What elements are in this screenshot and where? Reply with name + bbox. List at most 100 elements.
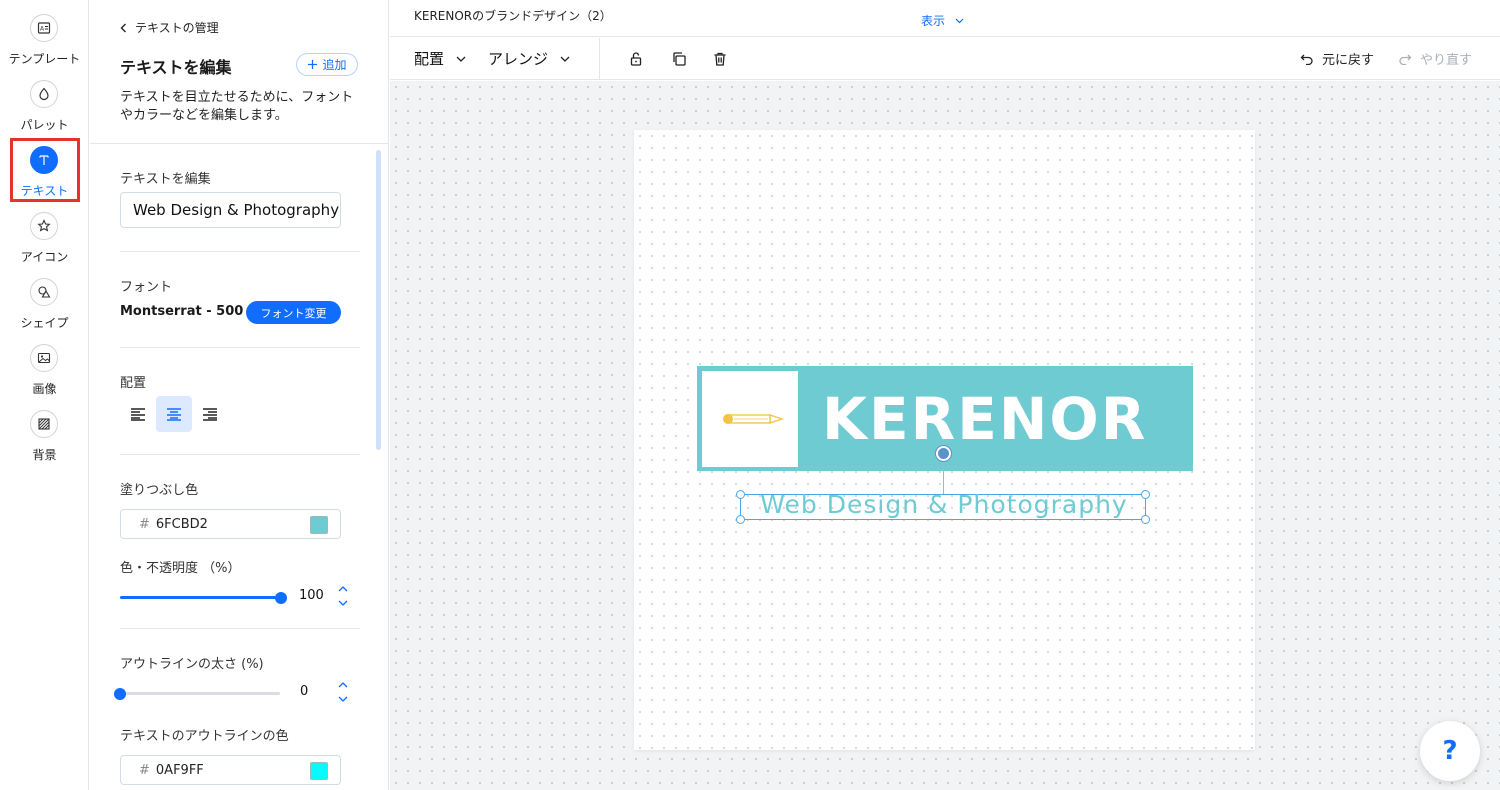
outline-color-label: テキストのアウトラインの色 [120,729,289,744]
resize-handle-top-left[interactable] [736,490,745,499]
duplicate-icon [673,52,686,66]
resize-handle-bottom-left[interactable] [736,515,745,524]
rail-label: パレット [20,118,69,132]
undo-icon [1300,54,1313,65]
tool-rail: A テンプレート パレット テキスト アイコン シェイプ 画像 背景 [0,0,89,790]
add-label: 追加 [322,58,347,72]
rail-item-images[interactable]: 画像 [0,344,89,406]
align-center-icon [167,408,181,421]
divider [120,628,360,629]
star-icon [30,212,58,240]
rail-label: 背景 [32,448,57,462]
duplicate-button[interactable] [669,49,689,69]
align-center-button[interactable] [156,396,192,432]
background-icon [30,410,58,438]
rail-label: テンプレート [8,52,81,66]
chevron-down-icon [560,56,570,62]
chevron-up-icon [338,682,348,688]
outline-width-value: 0 [300,684,309,699]
outline-width-stepper[interactable] [337,681,349,703]
fill-color-swatch[interactable] [310,516,328,534]
panel-title: テキストを編集 [120,58,232,77]
align-label: 配置 [120,376,147,391]
outline-hex-value: 0AF9FF [155,762,204,778]
chevron-down-icon [338,600,348,606]
tagline-text[interactable]: Web Design & Photography [741,490,1147,519]
lock-button[interactable] [626,49,646,69]
divider [120,454,360,455]
app: A テンプレート パレット テキスト アイコン シェイプ 画像 背景 テキストの… [0,0,1500,790]
outline-color-swatch[interactable] [310,762,328,780]
plus-icon [308,60,318,69]
rotate-handle[interactable] [936,446,951,461]
rail-label: 画像 [32,382,57,396]
fill-hex-value: 6FCBD2 [155,516,208,532]
resize-handle-top-right[interactable] [1141,490,1150,499]
unlock-icon [630,52,642,66]
resize-handle-bottom-right[interactable] [1141,515,1150,524]
pencil-icon [723,414,785,424]
rail-item-background[interactable]: 背景 [0,410,89,472]
rail-label: シェイプ [20,316,69,330]
arrange2-label: アレンジ [488,50,549,68]
outline-width-slider[interactable] [120,692,280,695]
outline-width-slider-handle[interactable] [114,688,126,700]
change-font-button[interactable]: フォント変更 [246,301,341,324]
font-label: フォント [120,280,173,295]
panel-description: テキストを目立たせるために、フォントやカラーなどを編集します。 [120,90,354,123]
divider [120,347,360,348]
design-canvas[interactable]: KERENOR Web Design & Photography [390,81,1500,790]
rail-item-shapes[interactable]: シェイプ [0,278,89,340]
rotate-connector [943,460,944,494]
fill-color-field[interactable]: # 6FCBD2 [120,509,341,539]
opacity-value: 100 [299,588,324,603]
delete-button[interactable] [710,49,730,69]
divider [120,251,360,252]
align-left-button[interactable] [120,396,156,432]
opacity-slider[interactable] [120,596,280,599]
template-icon: A [30,14,58,42]
rail-item-template[interactable]: A テンプレート [0,14,89,76]
chevron-left-icon [120,23,126,32]
align-left-icon [131,408,145,421]
redo-label: やり直す [1420,53,1473,68]
view-menu[interactable]: 表示 [921,12,964,29]
hash-symbol: # [139,516,150,532]
svg-text:A: A [40,26,45,33]
align-right-icon [203,408,217,421]
chevron-down-icon [955,18,964,23]
text-edit-panel: テキストの管理 テキストを編集 追加 テキストを目立たせるために、フォントやカラ… [90,0,389,790]
panel-scrollbar[interactable] [376,150,381,450]
toolbar: 配置 アレンジ 元に戻す やり直す [390,38,1500,80]
arrange-menu[interactable]: 配置 [414,48,466,69]
brand-name[interactable]: KERENOR [822,379,1147,459]
back-label: テキストの管理 [135,21,219,35]
undo-label: 元に戻す [1322,53,1375,68]
trash-icon [714,52,726,66]
opacity-slider-handle[interactable] [275,592,287,604]
align-right-button[interactable] [192,396,228,432]
fill-color-label: 塗りつぶし色 [120,483,199,498]
add-text-button[interactable]: 追加 [296,53,358,76]
help-button[interactable]: ? [1420,721,1480,781]
undo-button[interactable]: 元に戻す [1300,49,1374,68]
logo-icon-box[interactable] [702,371,798,467]
rail-item-icons[interactable]: アイコン [0,212,89,274]
rail-label: アイコン [20,250,69,264]
redo-button[interactable]: やり直す [1398,49,1472,68]
chevron-up-icon [338,586,348,592]
back-link[interactable]: テキストの管理 [120,19,219,36]
artboard[interactable]: KERENOR Web Design & Photography [634,130,1255,750]
divider [90,143,388,144]
redo-icon [1399,54,1412,65]
outline-color-field[interactable]: # 0AF9FF [120,755,341,785]
chevron-down-icon [456,56,466,62]
outline-width-label: アウトラインの太さ (%) [120,657,264,672]
selected-text-element[interactable]: Web Design & Photography [736,490,1150,524]
chevron-down-icon [338,696,348,702]
rail-item-palette[interactable]: パレット [0,80,89,142]
view-label: 表示 [921,14,946,28]
arrange2-menu[interactable]: アレンジ [488,48,570,69]
text-content-input[interactable]: Web Design & Photography [120,192,341,228]
opacity-stepper[interactable] [337,585,349,607]
